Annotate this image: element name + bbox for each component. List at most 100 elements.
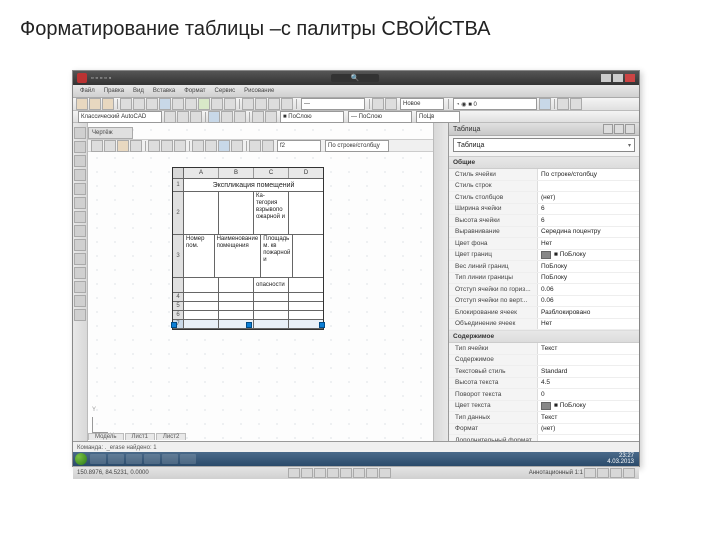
menu-insert[interactable]: Вставка [150,88,178,94]
tab-model[interactable]: Модель [88,433,124,440]
property-row[interactable]: Отступ ячейки по гориз...0.06 [449,284,639,296]
tool-btn[interactable] [177,111,189,123]
status-btn[interactable] [597,468,609,478]
tool-btn[interactable] [104,140,116,152]
selection-handle[interactable] [246,322,252,328]
status-btn[interactable] [327,468,339,478]
property-row[interactable]: Тип линии границыПоБлоку [449,273,639,285]
tool-btn[interactable] [185,98,197,110]
panel-menu-icon[interactable] [603,124,613,134]
menu-edit[interactable]: Правка [101,88,127,94]
property-row[interactable]: Поворот текста0 [449,389,639,401]
status-btn[interactable] [314,468,326,478]
draw-tool[interactable] [74,281,86,293]
draw-tool[interactable] [74,141,86,153]
tool-btn[interactable] [255,98,267,110]
selection-handle[interactable] [171,322,177,328]
table-row[interactable]: 5 [173,302,323,311]
lineweight-dropdown[interactable]: — ПоСлою [348,111,412,123]
tool-btn[interactable] [174,140,186,152]
tool-btn[interactable] [130,140,142,152]
property-row[interactable]: Цвет фонаНет [449,238,639,250]
table-row[interactable]: 6 [173,311,323,320]
property-row[interactable]: Тип данныхТекст [449,412,639,424]
tool-btn[interactable] [120,98,132,110]
draw-tool[interactable] [74,169,86,181]
table-row[interactable]: 2 Ка-тегориявзрывопоожарной и [173,192,323,235]
task-item[interactable] [90,454,106,464]
tool-btn[interactable] [148,140,160,152]
tool-btn[interactable] [252,111,264,123]
status-btn[interactable] [623,468,635,478]
tool-btn[interactable] [192,140,204,152]
new-icon[interactable] [76,98,88,110]
property-row[interactable]: Стиль ячейкиПо строке/столбцу [449,169,639,181]
menu-view[interactable]: Вид [130,88,147,94]
minimize-button[interactable] [601,74,611,82]
draw-tool[interactable] [74,295,86,307]
app-logo[interactable] [77,73,87,83]
property-row[interactable]: ВыравниваниеСередина поцентру [449,227,639,239]
tool-btn[interactable] [159,98,171,110]
tool-btn[interactable] [172,98,184,110]
color-dropdown[interactable]: ■ ПоСлою [280,111,344,123]
panel-pin-icon[interactable] [614,124,624,134]
tool-btn[interactable] [221,111,233,123]
layer-state[interactable]: Новое [400,98,444,110]
save-icon[interactable] [102,98,114,110]
search-box[interactable]: 🔍 [331,74,380,82]
status-btn[interactable] [301,468,313,478]
system-clock[interactable]: 23:274.03.2013 [607,453,637,465]
tab-layout2[interactable]: Лист2 [156,433,186,440]
tool-btn[interactable] [231,140,243,152]
table-title-row[interactable]: 1 Экспликация помещений [173,179,323,192]
table-row[interactable]: опасности [173,278,323,293]
tool-btn[interactable] [91,140,103,152]
draw-tool[interactable] [74,239,86,251]
cell-style[interactable]: По строке/столбцу [325,140,389,152]
task-item[interactable] [144,454,160,464]
property-row[interactable]: Формат(нет) [449,424,639,436]
tool-btn[interactable] [133,98,145,110]
draw-tool[interactable] [74,225,86,237]
file-tab[interactable]: Чертёж [88,127,133,139]
tool-btn[interactable] [265,111,277,123]
tool-btn[interactable] [198,98,210,110]
panel-close-icon[interactable] [625,124,635,134]
tool-btn[interactable] [224,98,236,110]
status-btn[interactable] [340,468,352,478]
draw-tool[interactable] [74,197,86,209]
status-btn[interactable] [610,468,622,478]
draw-tool[interactable] [74,211,86,223]
status-btn[interactable] [366,468,378,478]
group-cell[interactable]: Содержимое [449,331,639,343]
tool-btn[interactable] [234,111,246,123]
property-row[interactable]: Вес линий границПоБлоку [449,261,639,273]
draw-tool[interactable] [74,183,86,195]
draw-tool[interactable] [74,127,86,139]
property-row[interactable]: Ширина ячейки6 [449,204,639,216]
task-item[interactable] [126,454,142,464]
tool-btn[interactable] [249,140,261,152]
menu-file[interactable]: Файл [77,88,98,94]
scale-dropdown[interactable]: — [301,98,365,110]
property-row[interactable]: Стиль столбцов(нет) [449,192,639,204]
open-icon[interactable] [89,98,101,110]
draw-tool[interactable] [74,253,86,265]
tool-btn[interactable] [205,140,217,152]
draw-tool[interactable] [74,155,86,167]
tool-btn[interactable] [218,140,230,152]
property-row[interactable]: Дополнительный формат [449,435,639,441]
selection-handle[interactable] [319,322,325,328]
plot-dropdown[interactable]: ПоЦв [416,111,460,123]
menu-format[interactable]: Формат [181,88,208,94]
tool-btn[interactable] [281,98,293,110]
tool-btn[interactable] [262,140,274,152]
tool-btn[interactable] [208,111,220,123]
property-row[interactable]: Объединение ячеекНет [449,319,639,331]
cell-format[interactable]: f2 [277,140,321,152]
task-item[interactable] [108,454,124,464]
property-row[interactable]: Тип ячейкиТекст [449,343,639,355]
tool-btn[interactable] [117,140,129,152]
property-row[interactable]: Высота ячейки6 [449,215,639,227]
